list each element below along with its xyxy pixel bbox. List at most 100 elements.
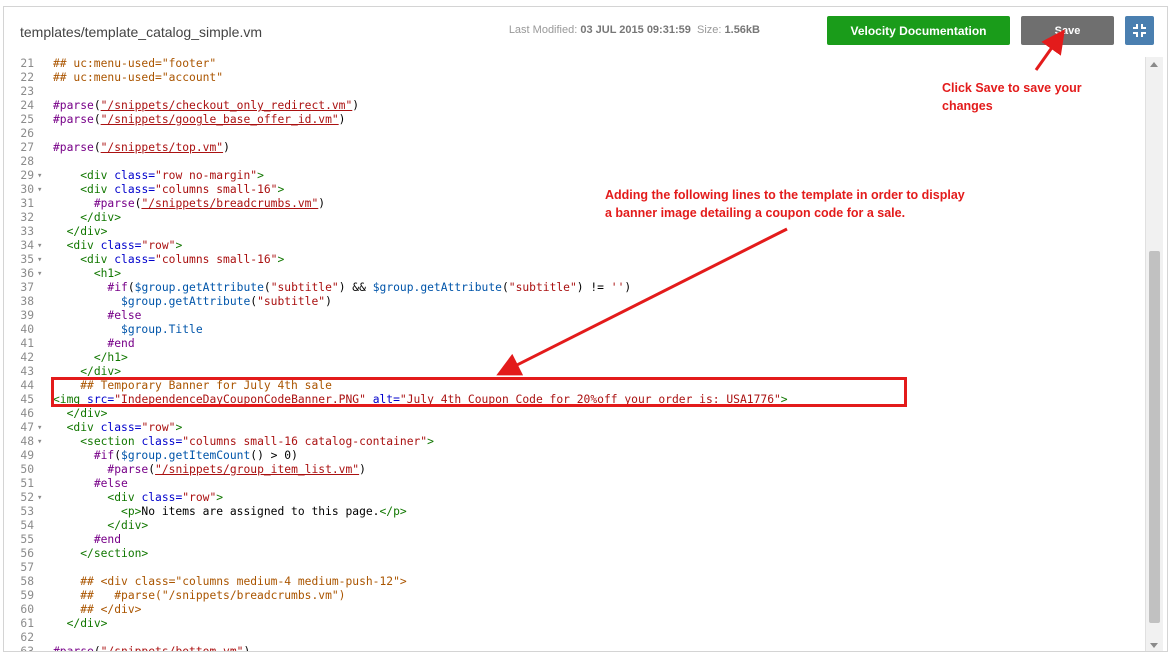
code-line[interactable]: 57 <box>4 561 1144 575</box>
code-text: #parse("/snippets/group_item_list.vm") <box>107 463 366 476</box>
fold-arrow-icon[interactable]: ▾ <box>37 491 47 505</box>
code-text: <div class="row"> <box>66 239 183 252</box>
fold-arrow-icon[interactable]: ▾ <box>37 169 47 183</box>
file-meta: Last Modified: 03 JUL 2015 09:31:59 Size… <box>509 24 760 36</box>
code-text: </div> <box>66 617 108 630</box>
line-number: 22 <box>20 71 34 84</box>
line-number: 60 <box>20 603 34 616</box>
code-line[interactable]: 61 </div> <box>4 617 1144 631</box>
save-button[interactable]: Save <box>1021 16 1114 45</box>
code-text: </h1> <box>93 351 128 364</box>
code-line[interactable]: 32 </div> <box>4 211 1144 225</box>
line-number: 45 <box>20 393 34 406</box>
line-number: 61 <box>20 617 34 630</box>
line-number: 23 <box>20 85 34 98</box>
line-number: 38 <box>20 295 34 308</box>
code-line[interactable]: 36 ▾ <h1> <box>4 267 1144 281</box>
line-number: 29 <box>20 169 34 182</box>
line-number: 49 <box>20 449 34 462</box>
line-number: 30 <box>20 183 34 196</box>
code-line[interactable]: 46 </div> <box>4 407 1144 421</box>
code-line[interactable]: 63 #parse("/snippets/bottom.vm") <box>4 645 1144 652</box>
size-value: 1.56kB <box>724 24 760 36</box>
code-editor[interactable]: 21 ## uc:menu-used="footer" 22 ## uc:menu-u… <box>4 57 1145 652</box>
code-text: #parse("/snippets/checkout_only_redirect… <box>53 99 360 112</box>
code-line[interactable]: 29 ▾ <div class="row no-margin"> <box>4 169 1144 183</box>
code-line[interactable]: 54 </div> <box>4 519 1144 533</box>
code-text: #parse("/snippets/bottom.vm") <box>53 645 251 652</box>
code-line[interactable]: 40 $group.Title <box>4 323 1144 337</box>
code-line[interactable]: 25 #parse("/snippets/google_base_offer_id… <box>4 113 1144 127</box>
line-number: 28 <box>20 155 34 168</box>
code-line[interactable]: 28 <box>4 155 1144 169</box>
size-label: Size: <box>696 24 722 36</box>
file-path: templates/template_catalog_simple.vm <box>20 24 263 40</box>
line-number: 41 <box>20 337 34 350</box>
fold-arrow-icon[interactable]: ▾ <box>37 253 47 267</box>
code-line[interactable]: 59 ## #parse("/snippets/breadcrumbs.vm") <box>4 589 1144 603</box>
line-number: 46 <box>20 407 34 420</box>
code-text: #if($group.getItemCount() > 0) <box>93 449 298 462</box>
code-text: #end <box>107 337 135 350</box>
code-line[interactable]: 26 <box>4 127 1144 141</box>
fold-arrow-icon[interactable]: ▾ <box>37 435 47 449</box>
line-number: 57 <box>20 561 34 574</box>
fold-arrow-icon[interactable]: ▾ <box>37 183 47 197</box>
code-line[interactable]: 31 #parse("/snippets/breadcrumbs.vm") <box>4 197 1144 211</box>
code-text: </div> <box>80 211 122 224</box>
fold-arrow-icon[interactable]: ▾ <box>37 267 47 281</box>
code-line[interactable]: 41 #end <box>4 337 1144 351</box>
code-line[interactable]: 35 ▾ <div class="columns small-16"> <box>4 253 1144 267</box>
code-line[interactable]: 58 ## <div class="columns medium-4 mediu… <box>4 575 1144 589</box>
scroll-up-arrow-icon[interactable] <box>1150 62 1158 67</box>
code-line[interactable]: 52 ▾ <div class="row"> <box>4 491 1144 505</box>
code-line[interactable]: 55 #end <box>4 533 1144 547</box>
velocity-documentation-button[interactable]: Velocity Documentation <box>827 16 1010 45</box>
code-text: <div class="columns small-16"> <box>80 253 285 266</box>
line-number: 36 <box>20 267 34 280</box>
scroll-thumb[interactable] <box>1149 251 1160 623</box>
code-line[interactable]: 39 #else <box>4 309 1144 323</box>
code-text: ## </div> <box>80 603 142 616</box>
code-text: <div class="row no-margin"> <box>80 169 264 182</box>
code-text: <p>No items are assigned to this page.</… <box>121 505 407 518</box>
code-line[interactable]: 56 </section> <box>4 547 1144 561</box>
code-line[interactable]: 42 </h1> <box>4 351 1144 365</box>
line-number: 32 <box>20 211 34 224</box>
code-line[interactable]: 60 ## </div> <box>4 603 1144 617</box>
code-text: #else <box>93 477 128 490</box>
save-annotation: Click Save to save your changes <box>942 79 1082 115</box>
code-line[interactable]: 38 $group.getAttribute("subtitle") <box>4 295 1144 309</box>
code-line[interactable]: 47 ▾ <div class="row"> <box>4 421 1144 435</box>
code-line[interactable]: 30 ▾ <div class="columns small-16"> <box>4 183 1144 197</box>
code-line[interactable]: 27 #parse("/snippets/top.vm") <box>4 141 1144 155</box>
scroll-down-arrow-icon[interactable] <box>1150 643 1158 648</box>
fold-arrow-icon[interactable]: ▾ <box>37 421 47 435</box>
code-line[interactable]: 33 </div> <box>4 225 1144 239</box>
line-number: 44 <box>20 379 34 392</box>
code-line[interactable]: 53 <p>No items are assigned to this page… <box>4 505 1144 519</box>
code-line[interactable]: 62 <box>4 631 1144 645</box>
code-line[interactable]: 49 #if($group.getItemCount() > 0) <box>4 449 1144 463</box>
line-number: 40 <box>20 323 34 336</box>
highlight-box <box>51 377 907 407</box>
code-line[interactable]: 21 ## uc:menu-used="footer" <box>4 57 1144 71</box>
code-line[interactable]: 50 #parse("/snippets/group_item_list.vm"… <box>4 463 1144 477</box>
code-text: <div class="columns small-16"> <box>80 183 285 196</box>
editor-scrollbar[interactable] <box>1145 57 1163 651</box>
fold-arrow-icon[interactable]: ▾ <box>37 239 47 253</box>
code-line[interactable]: 34 ▾ <div class="row"> <box>4 239 1144 253</box>
code-text: </div> <box>66 225 108 238</box>
code-line[interactable]: 48 ▾ <section class="columns small-16 cat… <box>4 435 1144 449</box>
line-number: 50 <box>20 463 34 476</box>
code-text: </div> <box>66 407 108 420</box>
line-number: 39 <box>20 309 34 322</box>
code-line[interactable]: 51 #else <box>4 477 1144 491</box>
code-line[interactable]: 37 #if($group.getAttribute("subtitle") &… <box>4 281 1144 295</box>
fullscreen-button[interactable] <box>1125 16 1154 45</box>
line-number: 63 <box>20 645 34 652</box>
line-number: 26 <box>20 127 34 140</box>
template-editor-panel: templates/template_catalog_simple.vm Las… <box>3 6 1168 652</box>
code-text: #if($group.getAttribute("subtitle") && $… <box>107 281 632 294</box>
line-number: 25 <box>20 113 34 126</box>
